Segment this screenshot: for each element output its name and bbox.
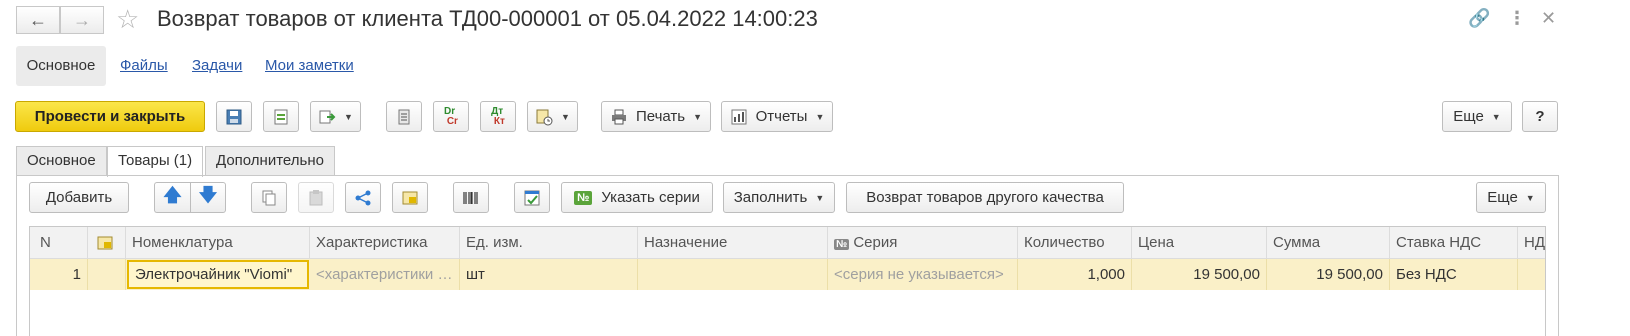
cell-characteristic[interactable]: <характеристики не используются> xyxy=(310,259,460,290)
create-based-on-icon xyxy=(319,110,336,123)
favorite-star-icon[interactable]: ☆ xyxy=(116,4,139,35)
document-clock-icon xyxy=(536,109,553,125)
add-button[interactable]: Добавить xyxy=(29,182,129,213)
arrow-left-icon: ← xyxy=(29,9,47,30)
column-header-price[interactable]: Цена xyxy=(1132,227,1267,259)
arrow-right-icon: → xyxy=(73,9,91,30)
nav-tab-tasks[interactable]: Задачи xyxy=(192,46,242,86)
series-number-icon: № xyxy=(574,190,593,205)
table-more-button[interactable]: Еще ▼ xyxy=(1476,182,1546,213)
more-button[interactable]: Еще ▼ xyxy=(1442,101,1512,132)
cell-price[interactable]: 19 500,00 xyxy=(1132,259,1267,290)
series-number-icon: № xyxy=(834,239,850,250)
fill-cell-button[interactable] xyxy=(392,182,428,213)
post-and-close-button[interactable]: Провести и закрыть xyxy=(15,101,205,132)
barcode-button[interactable] xyxy=(453,182,489,213)
row-number: 1 xyxy=(30,259,88,290)
column-header-unit[interactable]: Ед. изм. xyxy=(460,227,638,259)
dropdown-arrow-icon: ▼ xyxy=(815,192,825,203)
column-header-flag[interactable] xyxy=(88,227,126,259)
dr-cr-icon: Dr Cr xyxy=(444,105,458,127)
document-history-button[interactable]: ▼ xyxy=(527,101,578,132)
checklist-icon xyxy=(524,190,540,205)
column-header-characteristic[interactable]: Характеристика xyxy=(310,227,460,259)
column-header-purpose[interactable]: Назначение xyxy=(638,227,828,259)
copy-icon xyxy=(262,190,276,205)
cell-vat-rate[interactable]: Без НДС xyxy=(1390,259,1518,290)
reports-button[interactable]: Отчеты ▼ xyxy=(721,101,833,132)
column-header-series[interactable]: № Серия xyxy=(828,227,1018,259)
arrow-up-icon: 🡅 xyxy=(163,184,182,205)
cell-unit[interactable]: шт xyxy=(460,259,638,290)
save-icon xyxy=(226,109,242,124)
share-icon xyxy=(355,190,371,205)
form-tab-additional[interactable]: Дополнительно xyxy=(205,146,335,176)
row-flag xyxy=(88,259,126,290)
move-down-button[interactable]: 🡇 xyxy=(190,182,226,213)
form-tab-goods[interactable]: Товары (1) xyxy=(107,146,204,177)
column-header-vat[interactable]: НД xyxy=(1518,227,1545,259)
dr-cr-button[interactable]: Dr Cr xyxy=(433,101,469,132)
copy-row-button[interactable] xyxy=(251,182,287,213)
folder-grid-icon xyxy=(402,191,418,204)
barcode-icon xyxy=(463,191,478,204)
cell-nomenclature[interactable]: Электрочайник "Viomi" xyxy=(129,259,309,290)
dropdown-arrow-icon: ▼ xyxy=(1525,192,1535,203)
post-document-icon xyxy=(274,109,288,124)
print-button[interactable]: Печать ▼ xyxy=(601,101,711,132)
structure-button[interactable] xyxy=(386,101,422,132)
link-icon[interactable]: 🔗 xyxy=(1468,8,1490,29)
paste-button[interactable] xyxy=(298,182,334,213)
printer-icon xyxy=(611,109,626,124)
move-up-button[interactable]: 🡅 xyxy=(154,182,190,213)
nav-tab-files[interactable]: Файлы xyxy=(120,46,168,86)
column-header-sum[interactable]: Сумма xyxy=(1267,227,1390,259)
cell-sum[interactable]: 19 500,00 xyxy=(1267,259,1390,290)
specify-series-button[interactable]: № Указать серии xyxy=(561,182,713,213)
create-based-on-button[interactable]: ▼ xyxy=(310,101,361,132)
dropdown-arrow-icon: ▼ xyxy=(1491,111,1501,122)
select-button[interactable] xyxy=(514,182,550,213)
share-button[interactable] xyxy=(345,182,381,213)
back-button[interactable]: ← xyxy=(16,6,60,34)
forward-button[interactable]: → xyxy=(60,6,104,34)
cell-series[interactable]: <серия не указывается> xyxy=(828,259,1018,290)
dropdown-arrow-icon: ▼ xyxy=(815,111,825,122)
dropdown-arrow-icon: ▼ xyxy=(693,111,703,122)
window-title: Возврат товаров от клиента ТД00-000001 о… xyxy=(157,6,818,31)
paste-icon xyxy=(309,189,323,205)
column-header-nomenclature[interactable]: Номенклатура xyxy=(126,227,310,259)
arrow-down-icon: 🡇 xyxy=(198,184,218,205)
dt-kt-button[interactable]: Дт Кт xyxy=(480,101,516,132)
column-header-vat-rate[interactable]: Ставка НДС xyxy=(1390,227,1518,259)
help-button[interactable]: ? xyxy=(1522,101,1558,132)
save-button[interactable] xyxy=(216,101,252,132)
reports-icon xyxy=(731,109,747,124)
goods-table[interactable]: N Номенклатура Характеристика Ед. изм. Н… xyxy=(29,226,1546,336)
cell-quantity[interactable]: 1,000 xyxy=(1018,259,1132,290)
post-button[interactable] xyxy=(263,101,299,132)
nav-tab-main[interactable]: Основное xyxy=(16,46,106,86)
column-header-quantity[interactable]: Количество xyxy=(1018,227,1132,259)
close-icon[interactable]: ✕ xyxy=(1541,8,1556,29)
cell-purpose[interactable] xyxy=(638,259,828,290)
return-other-quality-button[interactable]: Возврат товаров другого качества xyxy=(846,182,1124,213)
dropdown-arrow-icon: ▼ xyxy=(344,111,353,122)
list-structure-icon xyxy=(398,109,410,124)
form-tab-main[interactable]: Основное xyxy=(16,146,107,176)
more-vertical-icon[interactable]: ⋮ xyxy=(1508,8,1526,29)
dt-kt-icon: Дт Кт xyxy=(491,105,505,127)
folder-grid-icon xyxy=(97,236,113,250)
dropdown-arrow-icon: ▼ xyxy=(561,111,570,122)
fill-button[interactable]: Заполнить ▼ xyxy=(723,182,835,213)
column-header-n[interactable]: N xyxy=(30,227,88,259)
nav-tab-notes[interactable]: Мои заметки xyxy=(265,46,354,86)
